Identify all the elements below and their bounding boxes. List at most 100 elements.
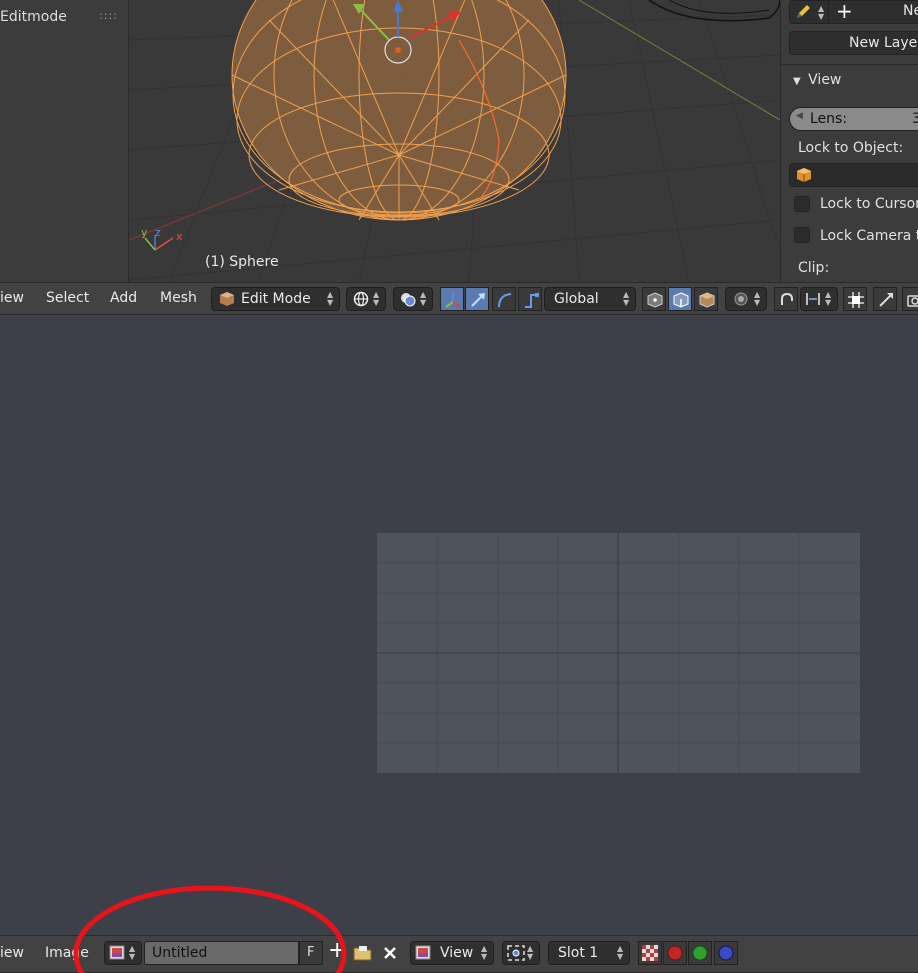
menu-add[interactable]: Add <box>110 290 137 306</box>
new-image-button[interactable]: + <box>328 938 346 963</box>
rotate-icon <box>498 293 512 308</box>
uv-image-editor[interactable] <box>0 315 918 935</box>
spinner-arrows-icon: ▲ ▼ <box>754 290 761 307</box>
orientation-selector[interactable]: Global ▲ ▼ <box>544 287 636 311</box>
image-editor-header: iew Image ▲ ▼ Untitled F + View ▲ ▼ ▲ ▼ … <box>0 935 918 973</box>
move-icon <box>471 293 485 307</box>
cube-icon <box>797 168 811 182</box>
lens-label: Lens: <box>810 111 848 127</box>
slot-selector[interactable]: Slot 1 ▲ ▼ <box>548 941 630 965</box>
view-mode-selector[interactable]: View ▲ ▼ <box>410 941 494 965</box>
lock-to-object-label: Lock to Object: <box>798 140 904 156</box>
drag-grip-icon[interactable]: :::: <box>99 9 118 22</box>
checker-icon <box>642 945 658 961</box>
manipulator-icon <box>445 293 461 308</box>
lock-camera-label: Lock Camera to <box>820 228 918 244</box>
vertex-select-icon <box>647 292 663 308</box>
scale-toggle[interactable] <box>518 287 542 311</box>
green-channel-icon <box>692 945 708 961</box>
lock-object-field[interactable] <box>789 163 918 187</box>
spinner-arrows-icon: ▲ ▼ <box>373 290 380 307</box>
new-layer-button[interactable]: New Layer <box>789 31 918 55</box>
red-channel-icon <box>667 945 683 961</box>
snap-icon <box>806 293 820 305</box>
shading-icon <box>401 293 416 307</box>
lock-to-cursor-label: Lock to Cursor <box>820 196 918 212</box>
face-select-icon <box>699 292 715 308</box>
align-icon <box>879 293 893 307</box>
object-label: (1) Sphere <box>205 254 279 270</box>
manipulator-toggle[interactable] <box>440 287 464 311</box>
menu-mesh[interactable]: Mesh <box>160 290 197 306</box>
mode-label: Edit Mode <box>241 291 311 307</box>
edge-select-icon <box>673 292 689 308</box>
menu-select[interactable]: Select <box>46 290 89 306</box>
scale-icon <box>525 293 539 308</box>
pivot-point-selector[interactable]: ▲ ▼ <box>393 287 433 311</box>
spinner-arrows-icon: ▲ ▼ <box>420 290 427 307</box>
clip-label: Clip: <box>798 260 830 276</box>
proportional-edit-selector[interactable]: ▲ ▼ <box>725 287 767 311</box>
svg-text:y: y <box>141 226 148 239</box>
menu-view[interactable]: iew <box>0 290 24 306</box>
image-name-field[interactable]: Untitled <box>144 941 299 965</box>
plus-icon: + <box>836 0 853 23</box>
cube-icon <box>220 292 234 306</box>
grease-pencil-new[interactable]: ▲▼ + New <box>789 0 918 24</box>
image-icon <box>415 945 431 960</box>
alpha-channel-button[interactable] <box>638 941 662 965</box>
spinner-arrows-icon: ▲ ▼ <box>623 290 630 307</box>
folder-icon[interactable] <box>353 944 373 962</box>
view-header-label: View <box>808 72 842 88</box>
fake-user-button[interactable]: F <box>299 941 323 965</box>
green-channel-button[interactable] <box>688 941 712 965</box>
spinner-arrows-icon: ▲ ▼ <box>617 944 624 961</box>
mode-selector[interactable]: Edit Mode ▲ ▼ <box>211 287 340 311</box>
pencil-icon <box>797 5 810 18</box>
orientation-label: Global <box>554 291 599 307</box>
close-icon[interactable] <box>382 945 398 961</box>
render-icon <box>907 295 918 307</box>
properties-panel[interactable]: ▲▼ + New New Layer ▼ View ◀ Lens: 3 Lock… <box>780 0 918 282</box>
magnet-icon <box>781 292 793 305</box>
snap-target-button[interactable] <box>843 287 867 311</box>
menu-view[interactable]: iew <box>0 945 24 961</box>
lens-value: 3 <box>912 111 918 127</box>
viewport-shading-selector[interactable]: ▲ ▼ <box>346 287 386 311</box>
edge-select-button[interactable] <box>668 287 692 311</box>
pivot-selector[interactable]: ▲ ▼ <box>502 941 540 965</box>
proportional-icon <box>734 292 748 306</box>
red-channel-button[interactable] <box>663 941 687 965</box>
view-section-header[interactable]: ▼ View <box>793 72 841 88</box>
globe-icon <box>353 291 369 307</box>
view-mode-label: View <box>440 945 474 961</box>
rotate-toggle[interactable] <box>492 287 516 311</box>
menu-image[interactable]: Image <box>45 945 89 961</box>
spinner-arrows-icon: ▲ ▼ <box>527 944 534 961</box>
tool-shelf[interactable]: Editmode :::: <box>0 0 129 282</box>
blue-channel-icon <box>718 945 734 961</box>
translate-toggle[interactable] <box>465 287 489 311</box>
fake-user-label: F <box>307 945 315 960</box>
face-select-button[interactable] <box>694 287 718 311</box>
viewport-canvas[interactable]: x z y <box>129 0 780 282</box>
grid-snap-icon <box>848 292 864 308</box>
image-icon <box>109 945 125 960</box>
3d-viewport[interactable]: x z y Editmode :::: (1) Sphere ▲▼ + New … <box>0 0 918 282</box>
vertex-select-button[interactable] <box>642 287 666 311</box>
blue-channel-button[interactable] <box>714 941 738 965</box>
snap-toggle[interactable] <box>774 287 798 311</box>
snap-rotation-button[interactable] <box>873 287 897 311</box>
new-layer-label: New Layer <box>849 35 918 51</box>
disclosure-triangle-icon: ▼ <box>793 76 801 87</box>
lens-field[interactable]: ◀ Lens: 3 <box>789 107 918 131</box>
lock-camera-checkbox[interactable] <box>794 227 810 243</box>
image-browse-selector[interactable]: ▲ ▼ <box>104 941 142 965</box>
y-axis-line <box>578 0 780 121</box>
lock-to-cursor-checkbox[interactable] <box>794 196 810 212</box>
pivot-icon <box>507 945 525 961</box>
snap-element-selector[interactable]: ▲ ▼ <box>800 287 838 311</box>
axis-gizmo: x z y <box>141 226 183 251</box>
uv-grid[interactable] <box>377 533 860 773</box>
render-button[interactable] <box>902 287 918 311</box>
